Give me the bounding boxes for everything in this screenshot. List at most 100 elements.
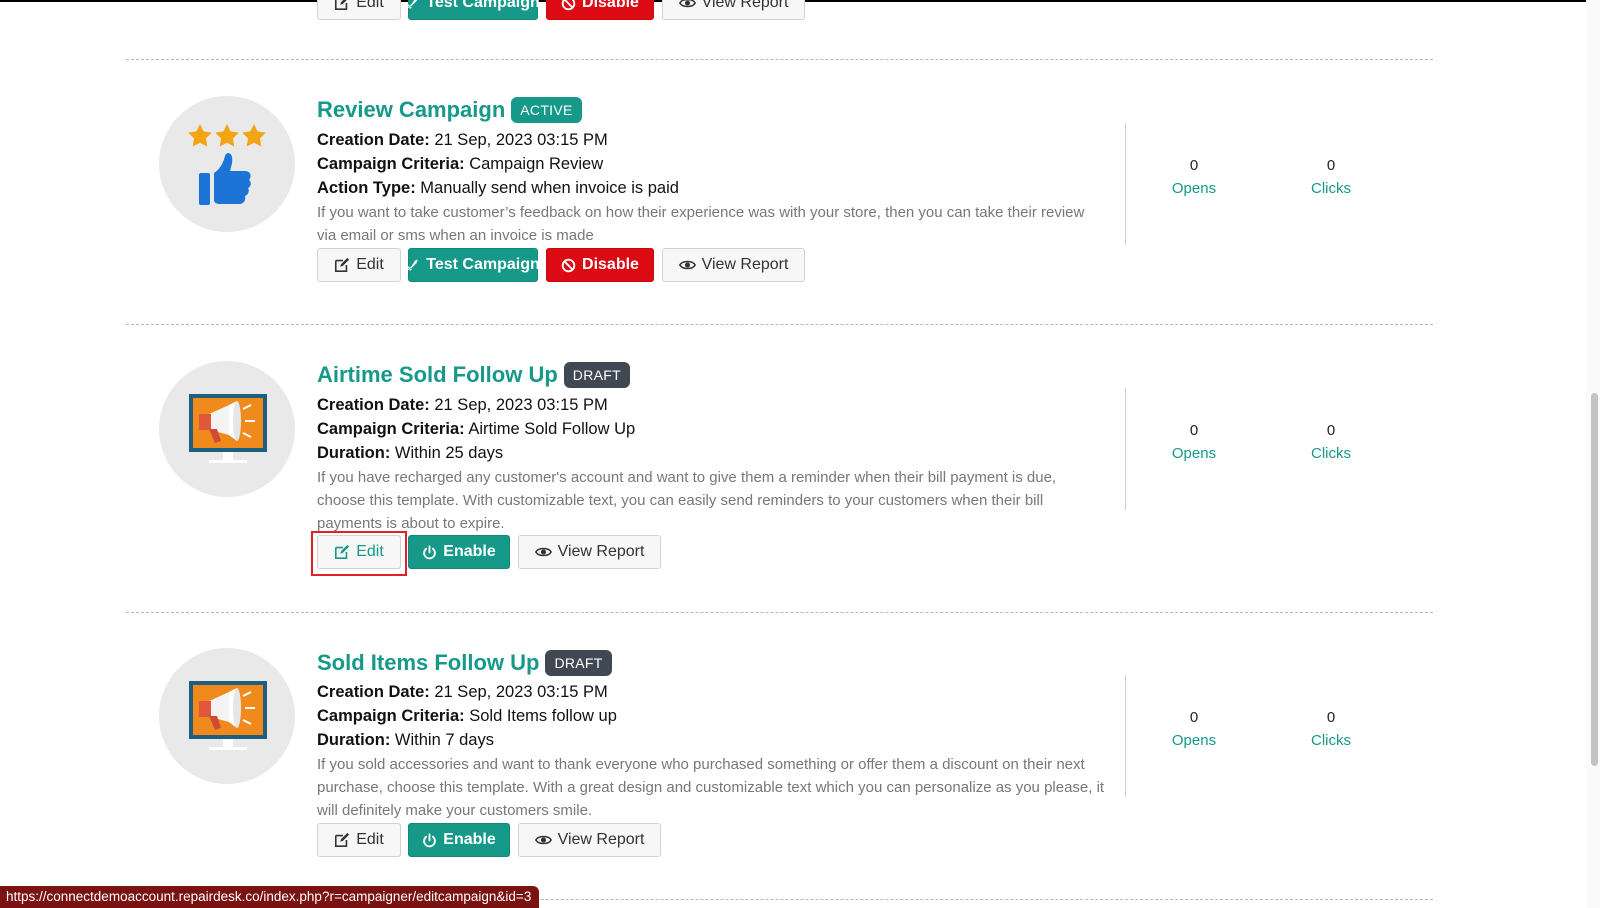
eye-icon: [535, 834, 552, 846]
enable-label: Enable: [443, 543, 496, 560]
edit-icon: [334, 0, 350, 11]
action-type-label: Action Type:: [317, 179, 416, 197]
duration-label: Duration:: [317, 444, 391, 462]
duration: Duration: Within 7 days: [317, 728, 494, 752]
creation-date-value: 21 Sep, 2023 03:15 PM: [434, 683, 608, 701]
criteria-value: Campaign Review: [469, 155, 604, 173]
test-campaign-button[interactable]: Test Campaign: [406, 248, 540, 282]
monitor-megaphone-icon: [159, 361, 295, 497]
campaign-title-row: Sold Items Follow Up DRAFT: [317, 650, 612, 676]
campaign-avatar: [159, 96, 295, 232]
campaign-title[interactable]: Sold Items Follow Up: [317, 650, 539, 676]
stars-thumbs-up-icon: [188, 124, 266, 205]
clicks-stat: 0 Clicks: [1271, 707, 1391, 752]
vertical-divider: [1125, 388, 1126, 510]
clicks-link[interactable]: Clicks: [1271, 442, 1391, 465]
action-type: Action Type: Manually send when invoice …: [317, 176, 679, 200]
opens-link[interactable]: Opens: [1134, 729, 1254, 752]
link-status-bar: https://connectdemoaccount.repairdesk.co…: [0, 886, 540, 908]
eye-icon: [679, 0, 696, 9]
disable-button[interactable]: Disable: [546, 0, 654, 20]
test-campaign-button[interactable]: Test Campaign: [408, 0, 540, 20]
opens-stat: 0 Opens: [1134, 155, 1254, 200]
monitor-megaphone-icon: [159, 648, 295, 784]
edit-button[interactable]: Edit: [317, 248, 401, 282]
opens-count: 0: [1189, 422, 1199, 439]
disable-label: Disable: [582, 256, 639, 273]
duration-label: Duration:: [317, 731, 391, 749]
campaign-title-row: Airtime Sold Follow Up DRAFT: [317, 362, 630, 388]
disable-button[interactable]: Disable: [546, 248, 654, 282]
status-badge: DRAFT: [545, 650, 612, 676]
creation-date-label: Creation Date:: [317, 396, 430, 414]
creation-date: Creation Date: 21 Sep, 2023 03:15 PM: [317, 393, 608, 417]
test-campaign-label: Test Campaign: [426, 0, 540, 11]
enable-button[interactable]: Enable: [408, 823, 510, 857]
view-report-button[interactable]: View Report: [662, 0, 805, 20]
view-report-button[interactable]: View Report: [662, 248, 805, 282]
edit-icon: [334, 832, 350, 848]
view-report-label: View Report: [557, 543, 645, 560]
creation-date-label: Creation Date:: [317, 683, 430, 701]
clicks-stat: 0 Clicks: [1271, 420, 1391, 465]
vertical-divider: [1125, 675, 1126, 797]
ban-icon: [561, 0, 576, 11]
opens-count: 0: [1189, 709, 1199, 726]
enable-label: Enable: [443, 831, 496, 848]
creation-date-value: 21 Sep, 2023 03:15 PM: [434, 396, 608, 414]
duration-value: Within 7 days: [394, 731, 494, 749]
test-campaign-label: Test Campaign: [426, 256, 540, 273]
campaign-title[interactable]: Airtime Sold Follow Up: [317, 362, 558, 388]
campaign-avatar: [159, 361, 295, 497]
campaign-criteria: Campaign Criteria: Airtime Sold Follow U…: [317, 417, 635, 441]
opens-stat: 0 Opens: [1134, 420, 1254, 465]
view-report-button[interactable]: View Report: [518, 823, 661, 857]
view-report-label: View Report: [701, 256, 789, 273]
campaign-description: If you sold accessories and want to than…: [317, 756, 1105, 819]
criteria-label: Campaign Criteria:: [317, 707, 465, 725]
criteria-value: Airtime Sold Follow Up: [468, 420, 636, 438]
campaign-description: If you have recharged any customer's acc…: [317, 469, 1057, 532]
power-icon: [422, 833, 437, 848]
opens-link[interactable]: Opens: [1134, 177, 1254, 200]
status-badge: DRAFT: [563, 362, 630, 388]
edit-label: Edit: [356, 0, 384, 11]
clicks-count: 0: [1326, 157, 1336, 174]
edit-button[interactable]: Edit: [317, 0, 401, 20]
focus-highlight-box: [311, 531, 407, 576]
opens-count: 0: [1189, 157, 1199, 174]
duration-value: Within 25 days: [394, 444, 504, 462]
edit-icon: [334, 257, 350, 273]
vertical-divider: [1125, 123, 1126, 245]
criteria-label: Campaign Criteria:: [317, 155, 465, 173]
disable-label: Disable: [582, 0, 639, 11]
action-type-value: Manually send when invoice is paid: [420, 179, 679, 197]
creation-date-value: 21 Sep, 2023 03:15 PM: [434, 131, 608, 149]
divider: [126, 324, 1433, 325]
duration: Duration: Within 25 days: [317, 441, 503, 465]
rocket-icon: [406, 258, 420, 272]
clicks-count: 0: [1326, 709, 1336, 726]
campaign-criteria: Campaign Criteria: Sold Items follow up: [317, 704, 617, 728]
view-report-label: View Report: [701, 0, 789, 11]
power-icon: [422, 545, 437, 560]
scrollbar-thumb[interactable]: [1591, 393, 1598, 766]
edit-button[interactable]: Edit: [317, 823, 401, 857]
creation-date-label: Creation Date:: [317, 131, 430, 149]
edit-label: Edit: [356, 831, 384, 848]
campaign-title[interactable]: Review Campaign: [317, 97, 505, 123]
edit-label: Edit: [356, 256, 384, 273]
campaign-title-row: Review Campaign ACTIVE: [317, 97, 582, 123]
creation-date: Creation Date: 21 Sep, 2023 03:15 PM: [317, 128, 608, 152]
status-badge: ACTIVE: [511, 97, 582, 123]
criteria-value: Sold Items follow up: [469, 707, 617, 725]
opens-stat: 0 Opens: [1134, 707, 1254, 752]
view-report-button[interactable]: View Report: [518, 535, 661, 569]
divider: [126, 59, 1433, 60]
campaign-avatar: [159, 648, 295, 784]
clicks-link[interactable]: Clicks: [1271, 729, 1391, 752]
opens-link[interactable]: Opens: [1134, 442, 1254, 465]
enable-button[interactable]: Enable: [408, 535, 510, 569]
clicks-link[interactable]: Clicks: [1271, 177, 1391, 200]
eye-icon: [535, 546, 552, 558]
